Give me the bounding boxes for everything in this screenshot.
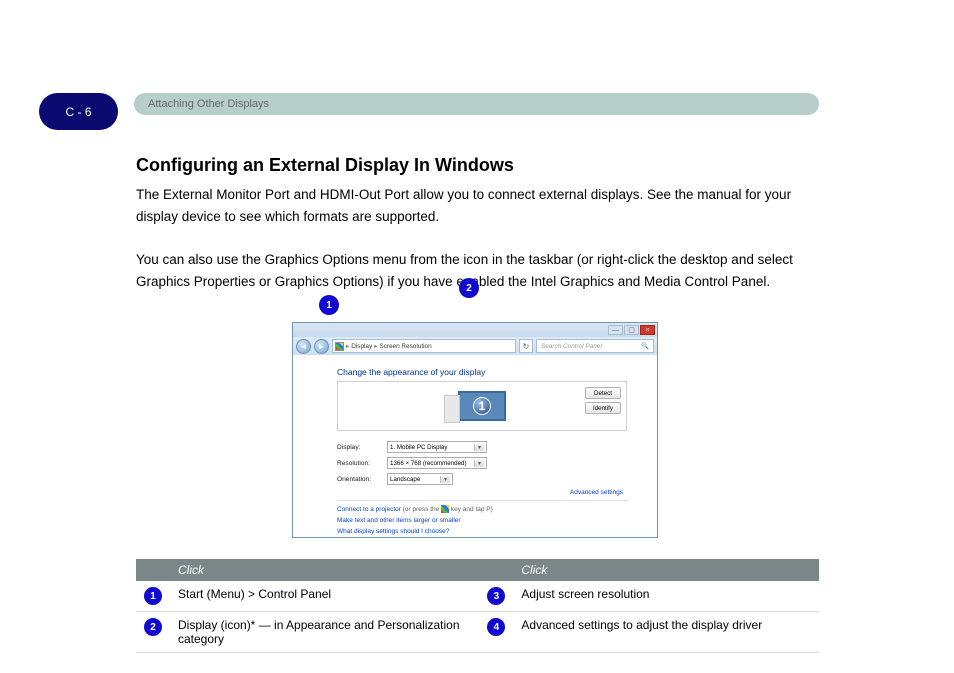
table-cell: Display (icon)* — in Appearance and Pers… xyxy=(170,612,479,653)
detect-button[interactable]: Detect xyxy=(585,387,621,399)
step-marker: 3 xyxy=(487,587,505,605)
table-header xyxy=(136,559,170,581)
display-label: Display: xyxy=(337,444,387,451)
arrow-left-icon: ◄ xyxy=(300,342,308,351)
address-bar: ◄ ► ▸ Display ▸ Screen Resolution ↻ Sear… xyxy=(293,337,657,355)
intro-paragraph-2: You can also use the Graphics Options me… xyxy=(136,249,826,292)
breadcrumb-display[interactable]: Display xyxy=(351,343,372,350)
breadcrumb-sep-icon: ▸ xyxy=(346,342,349,350)
window-heading: Change the appearance of your display xyxy=(337,367,643,377)
advanced-settings-link[interactable]: Advanced settings xyxy=(307,489,623,496)
window-titlebar: — ▢ × xyxy=(293,323,657,337)
table-row: 1 Start (Menu) > Control Panel 3 Adjust … xyxy=(136,581,819,612)
instruction-table: Click Click 1 Start (Menu) > Control Pan… xyxy=(136,559,819,653)
table-header: Click xyxy=(170,559,479,581)
refresh-icon: ↻ xyxy=(523,342,530,351)
callout-marker-1: 1 xyxy=(319,295,339,315)
forward-button[interactable]: ► xyxy=(314,339,329,354)
callout-marker-2: 2 xyxy=(459,278,479,298)
maximize-button[interactable]: ▢ xyxy=(624,325,639,335)
table-header: Click xyxy=(513,559,819,581)
close-button[interactable]: × xyxy=(640,325,655,335)
section-title: Configuring an External Display In Windo… xyxy=(136,155,514,176)
search-input[interactable]: Search Control Panel 🔍 xyxy=(536,339,654,353)
table-header xyxy=(479,559,513,581)
display-settings: Display: 1. Mobile PC Display ▾ Resoluti… xyxy=(337,441,643,485)
intro-paragraph-1: The External Monitor Port and HDMI-Out P… xyxy=(136,184,826,227)
windows-flag-icon xyxy=(335,342,344,351)
screen-resolution-window: — ▢ × ◄ ► ▸ Display ▸ Screen Resolution … xyxy=(292,322,658,538)
monitor-thumbnail[interactable]: 1 xyxy=(458,391,506,421)
monitor-number-badge: 1 xyxy=(473,397,491,415)
orientation-value: Landscape xyxy=(390,476,420,483)
display-preview: 1 Detect Identify xyxy=(337,381,627,431)
table-cell: Start (Menu) > Control Panel xyxy=(170,581,479,612)
chevron-down-icon: ▾ xyxy=(474,444,484,451)
display-dropdown[interactable]: 1. Mobile PC Display ▾ xyxy=(387,441,487,453)
make-text-larger-link[interactable]: Make text and other items larger or smal… xyxy=(337,515,643,526)
page-number: C - 6 xyxy=(65,105,91,119)
window-body: Change the appearance of your display 1 … xyxy=(293,355,657,538)
orientation-dropdown[interactable]: Landscape ▾ xyxy=(387,473,453,485)
table-row: 2 Display (icon)* — in Appearance and Pe… xyxy=(136,612,819,653)
step-marker: 1 xyxy=(144,587,162,605)
windows-key-icon xyxy=(441,505,449,513)
minimize-button[interactable]: — xyxy=(608,325,623,335)
table-cell: Advanced settings to adjust the display … xyxy=(513,612,819,653)
breadcrumb[interactable]: ▸ Display ▸ Screen Resolution xyxy=(332,339,516,353)
what-settings-link[interactable]: What display settings should I choose? xyxy=(337,526,643,537)
projector-hint-b: key and tap P) xyxy=(451,506,493,513)
page-header-text: Attaching Other Displays xyxy=(148,98,269,110)
step-marker: 2 xyxy=(144,618,162,636)
connect-projector-link[interactable]: Connect to a projector xyxy=(337,506,401,513)
display-value: 1. Mobile PC Display xyxy=(390,444,447,451)
arrow-right-icon: ► xyxy=(318,342,326,351)
step-marker: 4 xyxy=(487,618,505,636)
resolution-label: Resolution: xyxy=(337,460,387,467)
identify-button[interactable]: Identify xyxy=(585,402,621,414)
page-number-badge: C - 6 xyxy=(39,93,118,130)
resolution-dropdown[interactable]: 1366 × 768 (recommended) ▾ xyxy=(387,457,487,469)
resolution-value: 1366 × 768 (recommended) xyxy=(390,460,467,467)
table-header-row: Click Click xyxy=(136,559,819,581)
search-icon: 🔍 xyxy=(641,342,649,350)
help-links: Connect to a projector (or press the key… xyxy=(337,504,643,537)
orientation-label: Orientation: xyxy=(337,476,387,483)
search-placeholder: Search Control Panel xyxy=(541,343,602,350)
chevron-down-icon: ▾ xyxy=(474,460,484,467)
projector-hint-a: (or press the xyxy=(403,506,441,513)
breadcrumb-screen-resolution[interactable]: Screen Resolution xyxy=(379,343,431,350)
back-button[interactable]: ◄ xyxy=(296,339,311,354)
chevron-down-icon: ▾ xyxy=(440,476,450,483)
page-header-bar: Attaching Other Displays xyxy=(134,93,819,115)
refresh-button[interactable]: ↻ xyxy=(519,339,533,353)
divider xyxy=(337,500,629,501)
table-cell: Adjust screen resolution xyxy=(513,581,819,612)
breadcrumb-sep-icon: ▸ xyxy=(374,342,377,350)
